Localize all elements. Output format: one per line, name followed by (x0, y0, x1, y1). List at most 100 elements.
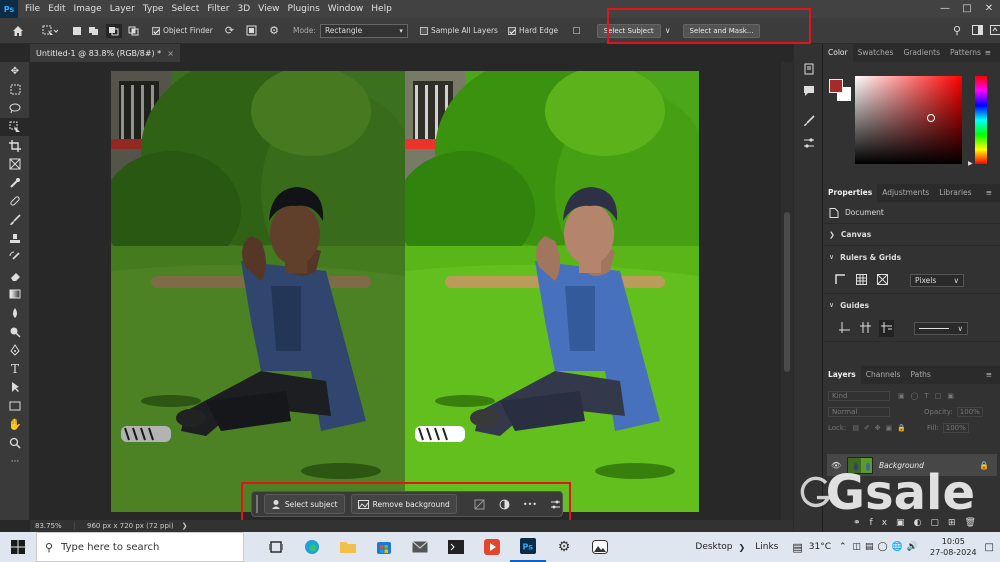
menu-help[interactable]: Help (367, 4, 396, 14)
tab-gradients[interactable]: Gradients (898, 44, 945, 62)
color-picker-cursor[interactable] (927, 114, 935, 122)
notifications-icon[interactable]: □ (985, 542, 994, 553)
crop-tool-icon[interactable] (0, 136, 30, 155)
scrollbar-thumb[interactable] (784, 212, 790, 372)
grid-icon[interactable] (856, 274, 867, 287)
canvas-area[interactable] (30, 62, 793, 520)
menu-file[interactable]: File (21, 4, 44, 14)
smart-guides-icon[interactable] (860, 322, 871, 335)
object-selection-tool-icon[interactable] (0, 117, 30, 137)
gradient-tool-icon[interactable] (0, 285, 30, 304)
hue-slider-arrow-icon[interactable]: ▶ (968, 160, 973, 167)
adjust-icon[interactable] (794, 132, 823, 154)
panel-menu-icon[interactable]: ≡ (981, 184, 997, 202)
color-field[interactable] (855, 76, 962, 164)
windows-start-icon[interactable] (0, 540, 36, 554)
photos-icon[interactable] (582, 532, 618, 562)
dodge-tool-icon[interactable] (0, 322, 30, 341)
comments-icon[interactable] (794, 80, 823, 102)
fill-value[interactable]: 100% (942, 423, 969, 433)
pixel-grid-icon[interactable] (876, 273, 889, 287)
taskbar-search-box[interactable]: ⚲ Type here to search (36, 532, 244, 562)
select-and-mask-button[interactable]: Select and Mask... (682, 23, 761, 38)
chevron-right-icon[interactable]: ❯ (739, 543, 746, 552)
kind-filter-select[interactable]: Kind (828, 391, 890, 401)
close-tab-icon[interactable]: × (167, 49, 174, 58)
blur-tool-icon[interactable] (0, 304, 30, 323)
menu-window[interactable]: Window (324, 4, 368, 14)
edge-browser-icon[interactable] (294, 532, 330, 562)
lock-icons[interactable]: ▤✐✥▣🔒 (852, 424, 911, 432)
task-view-icon[interactable] (258, 532, 294, 562)
menu-layer[interactable]: Layer (106, 4, 139, 14)
menu-type[interactable]: Type (139, 4, 168, 14)
filter-icons[interactable]: ▣◯T□▣ (898, 392, 960, 400)
tab-libraries[interactable]: Libraries (934, 184, 976, 202)
path-selection-icon[interactable] (0, 378, 30, 397)
guide-color-select[interactable]: ∨ (914, 322, 968, 335)
object-finder-checkbox[interactable]: Object Finder (152, 26, 213, 35)
news-widget-icon[interactable]: ▤ (792, 541, 802, 554)
zoom-tool-icon[interactable] (0, 434, 30, 453)
sample-all-layers-checkbox[interactable]: Sample All Layers (419, 26, 498, 35)
hard-edge-checkbox[interactable]: Hard Edge (507, 26, 558, 35)
type-tool-icon[interactable]: T (0, 360, 30, 379)
tab-layers[interactable]: Layers (823, 366, 861, 384)
vertical-scrollbar[interactable] (781, 62, 793, 520)
taskbar-clock[interactable]: 10:05 27-08-2024 (930, 536, 977, 558)
settings-icon[interactable]: ⚙ (546, 532, 582, 562)
ruler-icon[interactable] (835, 274, 846, 287)
object-selection-tool-preset-icon[interactable] (42, 25, 58, 37)
refine-icon[interactable]: ▢ (572, 26, 581, 36)
menu-plugins[interactable]: Plugins (284, 4, 324, 14)
new-selection-icon[interactable] (72, 26, 82, 36)
video-player-icon[interactable] (474, 532, 510, 562)
panel-menu-icon[interactable]: ≡ (981, 366, 997, 384)
gear-icon[interactable]: ⚙ (269, 24, 279, 37)
minimize-icon[interactable]: — (934, 0, 956, 18)
close-icon[interactable]: ✕ (978, 0, 1000, 18)
show-all-objects-icon[interactable] (246, 25, 257, 36)
tab-swatches[interactable]: Swatches (853, 44, 899, 62)
menu-filter[interactable]: Filter (203, 4, 233, 14)
share-icon[interactable] (990, 25, 1000, 35)
rulers-grids-section[interactable]: ∨ Rulers & Grids (823, 246, 1000, 268)
workspace-icon[interactable] (972, 25, 983, 35)
opacity-value[interactable]: 100% (956, 407, 983, 417)
zoom-level[interactable]: 83.75% (30, 522, 75, 530)
tray-icons[interactable]: ◫▤◯🌐🔊 (853, 542, 923, 552)
guides-section[interactable]: ∨ Guides (823, 294, 1000, 316)
tab-color[interactable]: Color (823, 44, 853, 62)
color-panel-swatches[interactable] (829, 79, 855, 105)
select-subject-dropdown-icon[interactable]: ∨ (665, 26, 671, 35)
terminal-icon[interactable] (438, 532, 474, 562)
menu-select[interactable]: Select (167, 4, 203, 14)
home-icon[interactable] (12, 25, 24, 37)
tab-properties[interactable]: Properties (823, 184, 878, 202)
hue-slider[interactable] (975, 76, 987, 164)
eyedropper-tool-icon[interactable] (0, 174, 30, 193)
select-subject-button[interactable]: Select Subject (596, 23, 661, 38)
search-icon[interactable]: ⚲ (953, 24, 961, 37)
tab-channels[interactable]: Channels (861, 366, 906, 384)
desktop-toolbar[interactable]: Desktop (695, 542, 732, 552)
drag-handle-icon[interactable] (256, 495, 258, 513)
intersect-selection-icon[interactable] (128, 26, 140, 36)
menu-3d[interactable]: 3D (234, 4, 255, 14)
menu-view[interactable]: View (254, 4, 283, 14)
lasso-tool-icon[interactable] (0, 99, 30, 118)
rectangle-tool-icon[interactable] (0, 397, 30, 416)
tab-adjustments[interactable]: Adjustments (877, 184, 934, 202)
mail-icon[interactable] (402, 532, 438, 562)
canvas-section[interactable]: ❯ Canvas (823, 224, 1000, 246)
brush-tool-icon[interactable] (0, 211, 30, 230)
clone-stamp-icon[interactable] (0, 229, 30, 248)
microsoft-store-icon[interactable] (366, 532, 402, 562)
frame-tool-icon[interactable] (0, 155, 30, 174)
units-select[interactable]: Pixels ∨ (910, 274, 964, 287)
select-subject-context-button[interactable]: Select subject (263, 494, 345, 514)
subtract-from-selection-icon[interactable] (106, 23, 122, 38)
transform-icon[interactable] (473, 497, 486, 511)
more-options-icon[interactable]: ••• (523, 497, 537, 511)
more-tools-icon[interactable]: ··· (0, 452, 30, 471)
